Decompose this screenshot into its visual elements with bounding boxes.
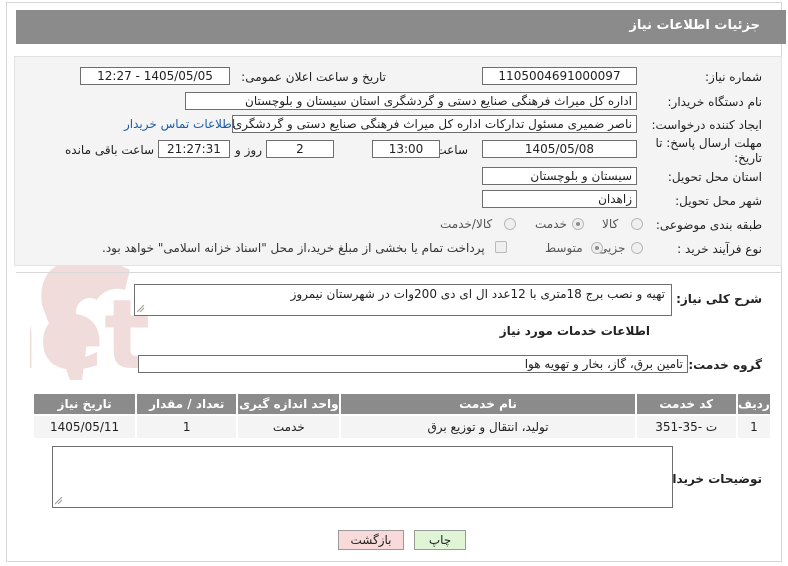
category-goods-label: کالا [602,217,619,231]
col-date-header: تاریخ نیاز [34,394,136,414]
resize-grip-icon [137,305,145,313]
cell-qty: 1 [137,416,237,438]
need-number-label: شماره نیاز: [705,70,762,84]
col-unit-header: واحد اندازه گیری [238,394,340,414]
col-row-header: ردیف [737,394,770,414]
description-text: تهیه و نصب برج 18متری با 12عدد ال ای دی … [290,287,665,301]
process-radio-minor[interactable] [631,242,643,254]
requester-field: ناصر ضمیری مسئول تدارکات اداره کل میراث … [232,115,637,133]
cell-code: ت -35-351 [636,416,736,438]
service-group-field: تامین برق، گاز، بخار و تهویه هوا [138,355,688,373]
remaining-time-field: 21:27:31 [158,140,230,158]
buyer-contact-link[interactable]: اطلاعات تماس خریدار [124,117,235,131]
category-radio-goods-service[interactable] [504,218,516,230]
cell-name: تولید، انتقال و توزیع برق [341,416,635,438]
category-goods-service-label: کالا/خدمت [440,217,493,231]
cell-date: 1405/05/11 [34,416,136,438]
treasury-payment-note: پرداخت تمام یا بخشی از مبلغ خرید،از محل … [102,241,485,255]
divider [16,272,782,273]
deadline-date-field: 1405/05/08 [482,140,637,158]
back-button[interactable]: بازگشت [338,530,404,550]
requester-label: ایجاد کننده درخواست: [651,118,762,132]
print-button[interactable]: چاپ [414,530,466,550]
province-field: سیستان و بلوچستان [482,167,637,185]
buyer-notes-label: توضیحات خریدار: [660,472,762,486]
services-section-title: اطلاعات خدمات مورد نیاز [499,324,650,338]
deadline-time-label: ساعت [435,143,468,157]
description-textarea[interactable]: تهیه و نصب برج 18متری با 12عدد ال ای دی … [134,284,672,316]
buyer-org-field: اداره کل میراث فرهنگی صنایع دستی و گردشگ… [185,92,637,110]
col-name-header: نام خدمت [341,394,635,414]
col-code-header: کد خدمت [636,394,736,414]
service-group-label: گروه خدمت: [688,358,762,372]
category-label: طبقه بندی موضوعی: [655,218,762,232]
buyer-notes-textarea[interactable] [52,446,673,508]
announce-datetime-label: تاریخ و ساعت اعلان عمومی: [241,70,386,84]
col-qty-header: تعداد / مقدار [137,394,237,414]
buyer-org-label: نام دستگاه خریدار: [667,95,763,109]
province-label: استان محل تحویل: [667,170,762,184]
process-type-label: نوع فرآیند خرید : [677,242,762,256]
resize-grip-icon [55,497,63,505]
remaining-days-field: 2 [266,140,334,158]
category-radio-goods[interactable] [631,218,643,230]
page-title: جزئیات اطلاعات نیاز [629,18,760,33]
announce-datetime-field: 1405/05/05 - 12:27 [80,67,230,85]
deadline-label: مهلت ارسال پاسخ: تا تاریخ: [655,136,762,165]
treasury-payment-checkbox[interactable] [495,241,507,253]
description-label: شرح کلی نیاز: [676,292,762,306]
process-medium-label: متوسط [545,241,583,255]
remaining-time-label: ساعت باقی مانده [65,143,155,157]
city-field: زاهدان [482,190,637,208]
cell-unit: خدمت [238,416,340,438]
category-radio-service[interactable] [572,218,584,230]
need-number-field: 1105004691000097 [482,67,637,85]
city-label: شهر محل تحویل: [675,194,762,208]
remaining-days-label: روز و [235,143,262,157]
table-row: 1 ت -35-351 تولید، انتقال و توزیع برق خد… [34,416,770,438]
page-header: جزئیات اطلاعات نیاز [16,10,786,44]
deadline-time-field: 13:00 [372,140,440,158]
category-service-label: خدمت [535,217,567,231]
services-table: ردیف کد خدمت نام خدمت واحد اندازه گیری ت… [32,392,772,440]
process-radio-medium[interactable] [591,242,603,254]
table-header-row: ردیف کد خدمت نام خدمت واحد اندازه گیری ت… [34,394,770,414]
cell-row: 1 [737,416,770,438]
